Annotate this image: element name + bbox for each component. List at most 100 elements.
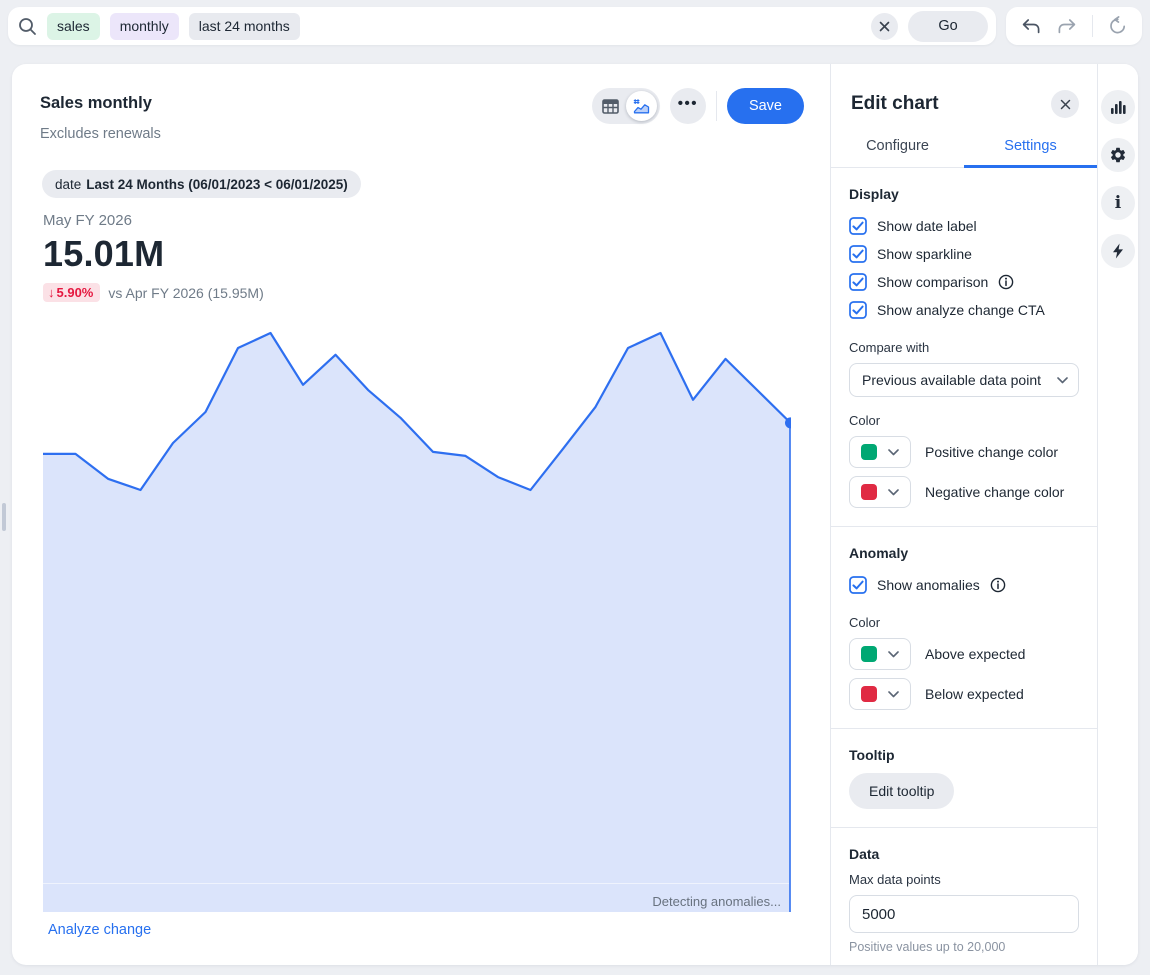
- max-data-points-input[interactable]: [849, 895, 1079, 933]
- negative-color-swatch: [861, 484, 877, 500]
- show-date-label-checkbox[interactable]: [849, 217, 867, 235]
- save-button[interactable]: Save: [727, 88, 804, 124]
- tab-settings[interactable]: Settings: [964, 138, 1097, 167]
- chart-title-block: Sales monthly Excludes renewals: [40, 94, 161, 142]
- above-expected-swatch: [861, 646, 877, 662]
- positive-color-label: Positive change color: [925, 444, 1058, 460]
- max-data-points-label: Max data points: [849, 872, 1079, 887]
- panel-tabs: Configure Settings: [831, 138, 1097, 168]
- search-token-sales[interactable]: sales: [47, 13, 100, 40]
- kpi-comparison-row: ↓5.90% vs Apr FY 2026 (15.95M): [43, 283, 264, 302]
- lightning-icon: [1111, 243, 1125, 259]
- compare-with-value: Previous available data point: [862, 372, 1057, 388]
- below-expected-swatch: [861, 686, 877, 702]
- panel-header: Edit chart: [831, 64, 1097, 118]
- below-expected-row: Below expected: [849, 678, 1079, 710]
- info-icon[interactable]: [998, 274, 1014, 290]
- above-expected-color-picker[interactable]: [849, 638, 911, 670]
- max-data-points-helper: Positive values up to 20,000: [849, 940, 1079, 954]
- compare-with-select[interactable]: Previous available data point: [849, 363, 1079, 397]
- show-comparison-checkbox[interactable]: [849, 273, 867, 291]
- date-filter-chip[interactable]: date Last 24 Months (06/01/2023 < 06/01/…: [42, 170, 361, 198]
- answer-card: Sales monthly Excludes renewals ••• Save…: [12, 64, 1138, 965]
- analyze-change-link[interactable]: Analyze change: [48, 922, 151, 938]
- chart-view-button[interactable]: [626, 91, 657, 121]
- filter-chip-value: Last 24 Months (06/01/2023 < 06/01/2025): [86, 177, 348, 192]
- chart-controls: ••• Save: [592, 88, 804, 124]
- chevron-down-icon: [1057, 377, 1068, 384]
- anomaly-band-divider: [43, 883, 789, 884]
- section-divider: [831, 728, 1097, 729]
- show-anomalies-checkbox[interactable]: [849, 576, 867, 594]
- view-toggle: [592, 88, 660, 124]
- above-expected-row: Above expected: [849, 638, 1079, 670]
- panel-resize-handle[interactable]: [2, 503, 6, 531]
- checkbox-row-comparison: Show comparison: [849, 268, 1079, 296]
- settings-button[interactable]: [1101, 138, 1135, 172]
- bar-chart-icon: [1110, 99, 1126, 115]
- sparkline-chart[interactable]: Detecting anomalies...: [43, 330, 791, 912]
- search-token-last-24-months[interactable]: last 24 months: [189, 13, 300, 40]
- negative-color-picker[interactable]: [849, 476, 911, 508]
- checkbox-label: Show anomalies: [877, 577, 980, 593]
- positive-color-row: Positive change color: [849, 436, 1079, 468]
- kpi-period-label: May FY 2026: [43, 212, 264, 229]
- clear-search-button[interactable]: [871, 13, 898, 40]
- spotiq-button[interactable]: [1101, 234, 1135, 268]
- go-button[interactable]: Go: [908, 11, 988, 42]
- above-expected-label: Above expected: [925, 646, 1025, 662]
- color-label: Color: [849, 413, 1079, 428]
- panel-body: Display Show date label Show sparkline S…: [831, 168, 1097, 965]
- gear-icon: [1109, 146, 1127, 164]
- chevron-down-icon: [888, 449, 899, 456]
- history-actions: [1006, 7, 1142, 45]
- tab-configure[interactable]: Configure: [831, 138, 964, 167]
- filter-chip-prefix: date: [55, 177, 81, 192]
- info-icon[interactable]: [990, 577, 1006, 593]
- top-bar: sales monthly last 24 months Go: [8, 7, 1142, 45]
- chevron-down-icon: [888, 651, 899, 658]
- display-heading: Display: [849, 186, 1079, 202]
- below-expected-color-picker[interactable]: [849, 678, 911, 710]
- tooltip-heading: Tooltip: [849, 747, 1079, 763]
- section-divider: [831, 526, 1097, 527]
- anomaly-status-text: Detecting anomalies...: [652, 894, 781, 909]
- checkbox-row-analyze-cta: Show analyze change CTA: [849, 296, 1079, 324]
- show-sparkline-checkbox[interactable]: [849, 245, 867, 263]
- checkbox-row-sparkline: Show sparkline: [849, 240, 1079, 268]
- sparkline-area: [43, 333, 791, 912]
- checkbox-label: Show sparkline: [877, 246, 972, 262]
- info-icon: i: [1115, 195, 1121, 212]
- redo-button[interactable]: [1055, 16, 1079, 37]
- show-analyze-change-cta-checkbox[interactable]: [849, 301, 867, 319]
- chart-tools-button[interactable]: [1101, 90, 1135, 124]
- search-bar[interactable]: sales monthly last 24 months Go: [8, 7, 996, 45]
- anomaly-heading: Anomaly: [849, 545, 1079, 561]
- actions-divider: [1092, 15, 1093, 37]
- controls-divider: [716, 91, 717, 121]
- table-view-button[interactable]: [595, 91, 626, 121]
- page-title: Sales monthly: [40, 94, 161, 113]
- checkbox-label: Show comparison: [877, 274, 988, 290]
- positive-color-swatch: [861, 444, 877, 460]
- page-subtitle: Excludes renewals: [40, 126, 161, 142]
- edit-chart-panel: Edit chart Configure Settings Display Sh…: [830, 64, 1097, 965]
- chevron-down-icon: [888, 489, 899, 496]
- below-expected-label: Below expected: [925, 686, 1024, 702]
- data-heading: Data: [849, 846, 1079, 862]
- search-token-monthly[interactable]: monthly: [110, 13, 179, 40]
- chart-section: Sales monthly Excludes renewals ••• Save…: [12, 64, 830, 965]
- edit-tooltip-button[interactable]: Edit tooltip: [849, 773, 954, 809]
- anomaly-color-label: Color: [849, 615, 1079, 630]
- checkbox-label: Show date label: [877, 218, 977, 234]
- undo-button[interactable]: [1019, 16, 1043, 37]
- info-button[interactable]: i: [1101, 186, 1135, 220]
- positive-color-picker[interactable]: [849, 436, 911, 468]
- more-options-button[interactable]: •••: [670, 88, 706, 124]
- reset-button[interactable]: [1105, 14, 1129, 38]
- sparkline-svg: [43, 330, 791, 912]
- close-panel-button[interactable]: [1051, 90, 1079, 118]
- right-toolbar: i: [1097, 64, 1138, 965]
- kpi-block: May FY 2026 15.01M ↓5.90% vs Apr FY 2026…: [43, 212, 264, 302]
- checkbox-row-date-label: Show date label: [849, 212, 1079, 240]
